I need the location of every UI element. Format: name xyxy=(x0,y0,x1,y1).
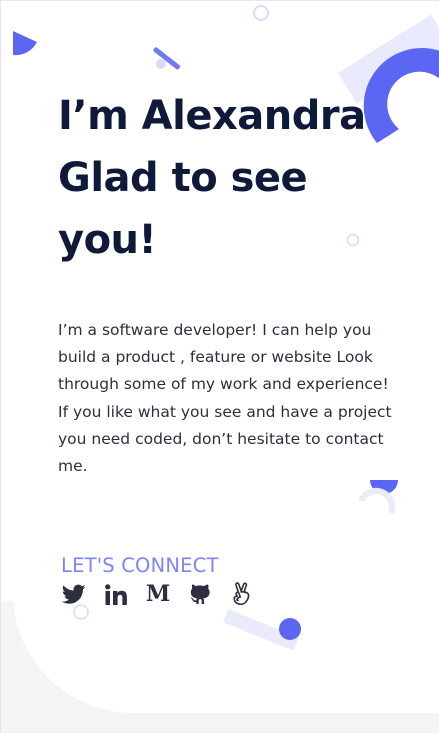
medium-link[interactable]: M xyxy=(143,581,173,607)
small-ring-shape xyxy=(253,5,269,21)
small-ring-shape xyxy=(73,604,89,620)
linkedin-link[interactable] xyxy=(101,581,131,607)
twitter-icon xyxy=(62,584,86,604)
hero-headline: I’m Alexandra Glad to see you! xyxy=(58,85,418,271)
headline-line: you! xyxy=(58,217,157,263)
headline-line: I’m Alexandra xyxy=(58,93,366,139)
small-dot-shape xyxy=(156,59,166,69)
angellist-icon xyxy=(233,582,250,606)
medium-icon: M xyxy=(145,581,171,607)
connect-heading: LET'S CONNECT xyxy=(61,554,219,577)
github-link[interactable] xyxy=(185,581,215,607)
linkedin-icon xyxy=(105,583,127,605)
blue-dot-shape xyxy=(279,618,301,640)
headline-line: Glad to see xyxy=(58,155,308,201)
quarter-circle-shape xyxy=(13,31,37,56)
twitter-link[interactable] xyxy=(59,581,89,607)
pale-arc-shape xyxy=(358,487,396,515)
github-icon xyxy=(190,584,210,604)
page-viewport: I’m Alexandra Glad to see you! I’m a sof… xyxy=(0,0,439,733)
bio-paragraph: I’m a software developer! I can help you… xyxy=(58,321,392,476)
social-links: M xyxy=(59,581,257,607)
angellist-link[interactable] xyxy=(227,581,257,607)
